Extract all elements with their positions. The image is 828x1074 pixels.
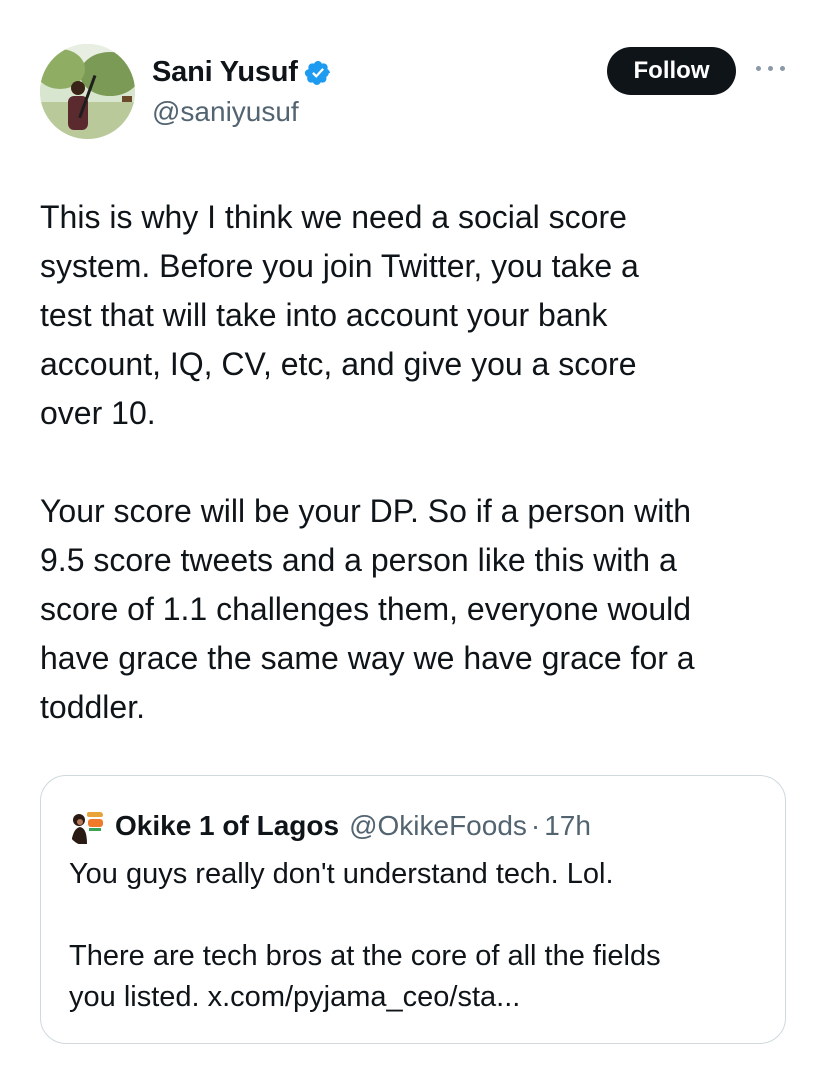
quoted-tweet-header: Okike 1 of Lagos @OkikeFoods · 17h <box>67 806 591 846</box>
quoted-author-avatar-icon <box>67 806 107 846</box>
quoted-author-name[interactable]: Okike 1 of Lagos <box>115 810 339 842</box>
author-avatar[interactable] <box>40 44 135 139</box>
profile-photo-icon <box>40 44 135 139</box>
author-handle[interactable]: @saniyusuf <box>152 96 299 128</box>
tweet-text: This is why I think we need a social sco… <box>40 199 695 725</box>
quoted-separator: · <box>530 810 541 841</box>
quoted-timestamp[interactable]: 17h <box>544 810 591 842</box>
author-display-name[interactable]: Sani Yusuf <box>152 56 298 89</box>
verified-badge-icon <box>304 59 332 87</box>
more-options-icon[interactable] <box>754 62 788 76</box>
author-name-row: Sani Yusuf <box>152 56 332 89</box>
quoted-author-handle[interactable]: @OkikeFoods <box>349 810 527 842</box>
quoted-tweet-card[interactable]: Okike 1 of Lagos @OkikeFoods · 17h You g… <box>40 775 786 1044</box>
follow-button[interactable]: Follow <box>607 47 736 95</box>
tweet-header: Sani Yusuf @saniyusuf Follow <box>40 44 790 140</box>
quoted-tweet-text: You guys really don't understand tech. L… <box>69 858 661 1013</box>
